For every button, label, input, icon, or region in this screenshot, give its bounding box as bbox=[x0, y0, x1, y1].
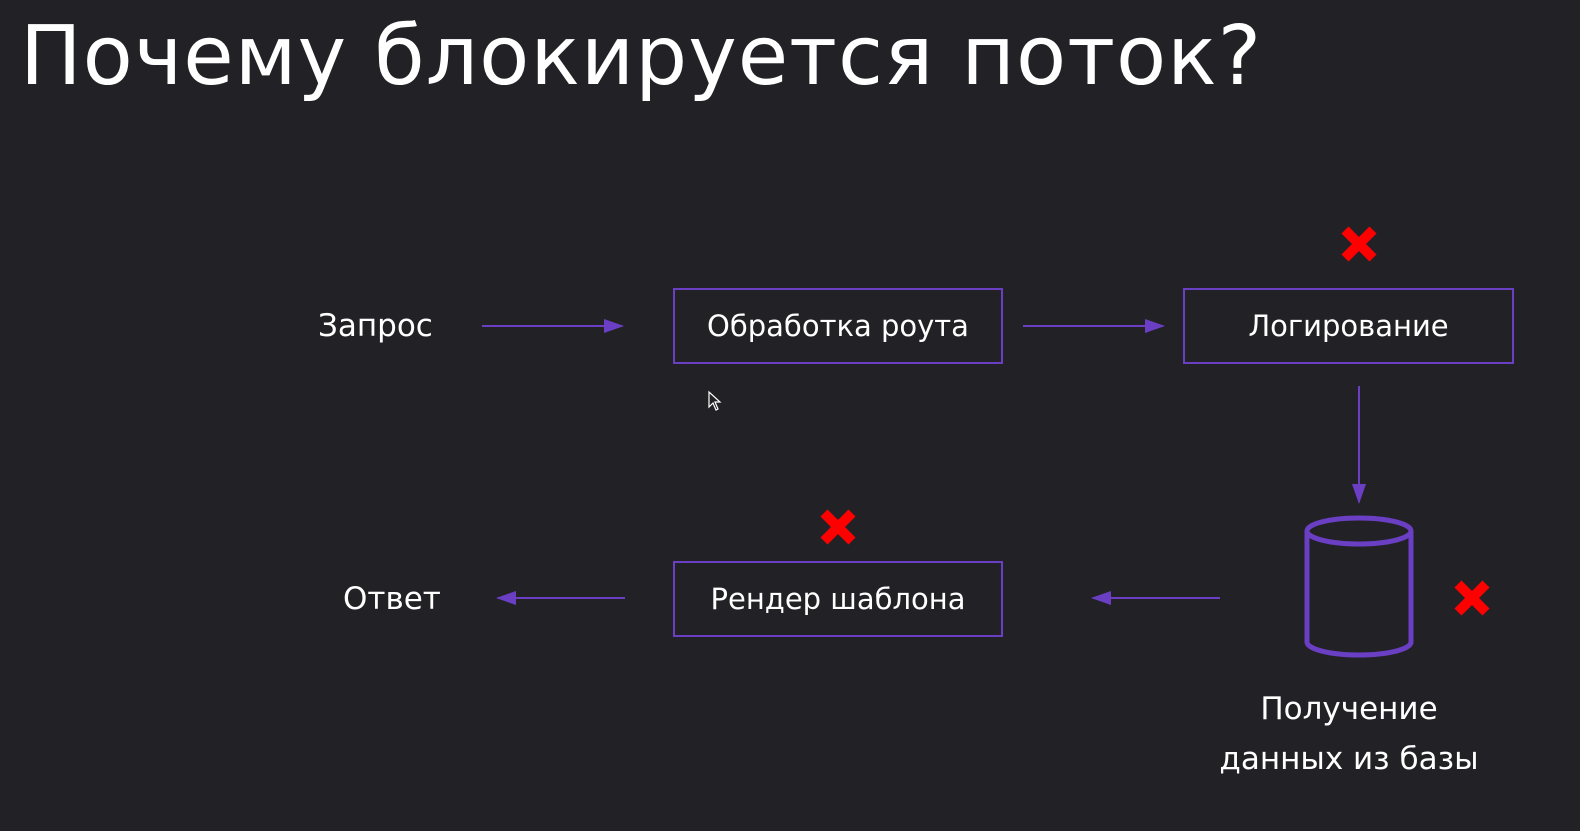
blocked-x-icon-render bbox=[820, 509, 856, 545]
route-handling-box: Обработка роута bbox=[673, 288, 1003, 364]
blocked-x-icon-database bbox=[1454, 580, 1490, 616]
mouse-cursor-icon bbox=[708, 390, 722, 411]
database-caption-line2: данных из базы bbox=[1219, 741, 1479, 777]
database-cylinder-icon bbox=[1304, 515, 1414, 658]
response-label: Ответ bbox=[343, 581, 441, 617]
request-label: Запрос bbox=[318, 308, 433, 344]
blocked-x-icon-logging bbox=[1341, 226, 1377, 262]
template-render-box: Рендер шаблона bbox=[673, 561, 1003, 637]
logging-box: Логирование bbox=[1183, 288, 1514, 364]
database-caption-line1: Получение bbox=[1260, 691, 1438, 727]
database-caption: Получение данных из базы bbox=[1190, 684, 1508, 784]
